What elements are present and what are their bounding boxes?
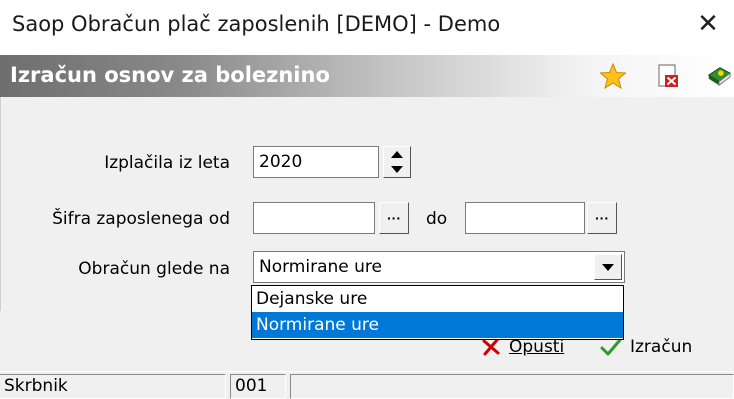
status-user: Skrbnik [0, 374, 226, 399]
chevron-down-icon [602, 263, 614, 271]
status-code: 001 [230, 374, 286, 399]
employee-label: Šifra zaposlenega od [52, 209, 230, 229]
year-label: Izplačila iz leta [104, 153, 230, 173]
year-spinner[interactable] [383, 146, 411, 178]
spin-up-icon[interactable] [384, 147, 410, 162]
dropdown-button[interactable] [594, 254, 622, 280]
help-book-icon[interactable] [706, 63, 732, 89]
year-input[interactable]: 2020 [253, 146, 379, 178]
calc-basis-value: Normirane ure [259, 257, 382, 277]
browse-from-button[interactable]: ··· [379, 202, 409, 234]
browse-to-button[interactable]: ··· [587, 202, 617, 234]
form-header: Izračun osnov za boleznino [0, 55, 734, 97]
dropdown-option-normirane-ure[interactable]: Normirane ure [252, 312, 623, 338]
form-title: Izračun osnov za boleznino [10, 63, 330, 87]
to-label: do [426, 209, 448, 229]
cancel-label: Opusti [509, 337, 565, 357]
close-button[interactable]: ✕ [682, 0, 734, 46]
ellipsis-icon: ··· [595, 210, 609, 226]
status-bar: Skrbnik 001 [0, 372, 734, 399]
calc-basis-select[interactable]: Normirane ure [253, 251, 625, 283]
checkmark-icon [600, 338, 622, 356]
spin-down-icon[interactable] [384, 162, 410, 177]
cancel-icon [482, 338, 500, 356]
calc-basis-dropdown-list: Dejanske ure Normirane ure [251, 285, 624, 340]
star-icon[interactable] [600, 63, 626, 89]
status-message [290, 374, 734, 399]
employee-from-input[interactable] [253, 202, 375, 234]
report-icon[interactable] [655, 63, 681, 89]
calc-basis-label: Obračun glede na [78, 259, 230, 279]
employee-to-input[interactable] [465, 202, 585, 234]
title-bar: Saop Obračun plač zaposlenih [DEMO] - De… [0, 0, 734, 46]
dropdown-option-dejanske-ure[interactable]: Dejanske ure [252, 286, 623, 312]
calculate-label: Izračun [630, 337, 693, 357]
close-icon: ✕ [697, 7, 719, 38]
ellipsis-icon: ··· [387, 210, 401, 226]
window-title: Saop Obračun plač zaposlenih [DEMO] - De… [12, 12, 501, 36]
